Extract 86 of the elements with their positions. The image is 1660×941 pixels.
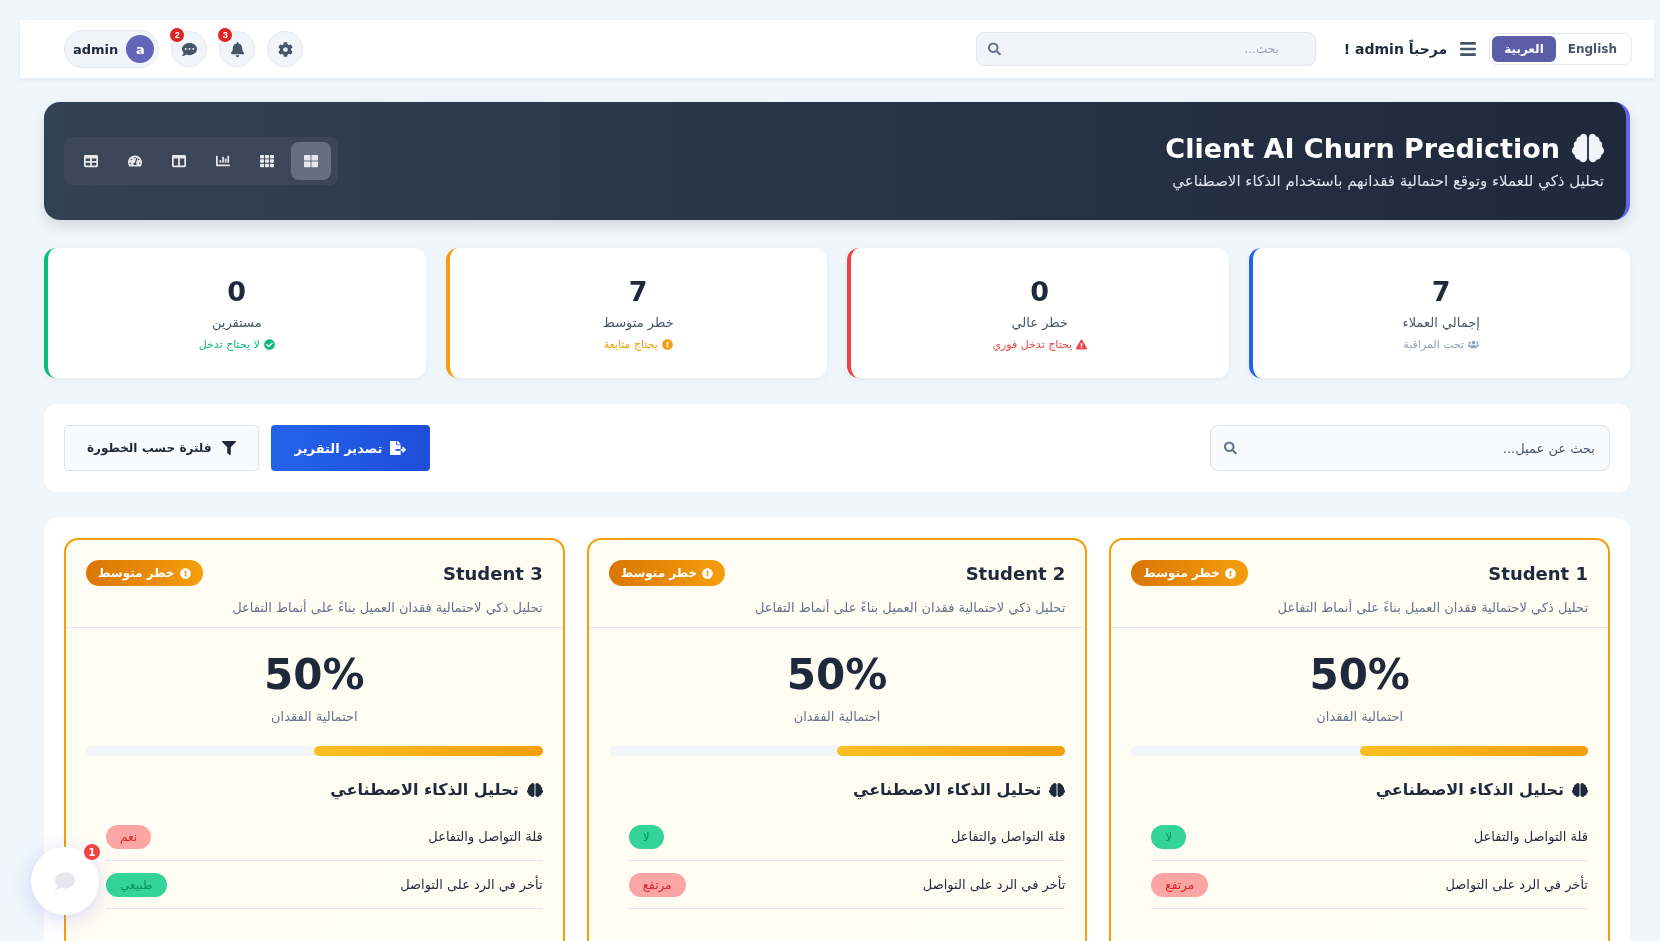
filter-icon	[221, 441, 236, 455]
risk-badge: خطر متوسط	[86, 560, 203, 586]
analysis-title: تحليل الذكاء الاصطناعي	[1375, 780, 1564, 799]
factor-label: قلة التواصل والتفاعل	[428, 829, 543, 844]
factor-value: لا	[628, 824, 664, 849]
client-name: Student 3	[443, 562, 543, 584]
users-icon	[1468, 338, 1480, 350]
table-icon	[84, 154, 98, 168]
warning-icon	[1076, 338, 1088, 350]
stat-label: خطر متوسط	[602, 314, 674, 330]
messages-button[interactable]: 2	[171, 31, 208, 67]
language-tab[interactable]: English	[1555, 36, 1629, 62]
info-icon	[702, 567, 714, 579]
grid-icon	[304, 154, 318, 168]
page-title: Client AI Churn Prediction	[1165, 132, 1560, 164]
welcome-text: مرحباً admin !	[1343, 41, 1448, 57]
page-subtitle: تحليل ذكي للعملاء وتوقع احتمالية فقدانهم باستخدام الذكاء الاصطناعي	[1171, 172, 1604, 190]
check-icon	[263, 338, 275, 350]
settings-button[interactable]	[267, 31, 304, 67]
brain-icon	[1572, 781, 1588, 798]
search-field[interactable]: بحث...	[975, 32, 1316, 66]
brain-icon	[1049, 781, 1066, 798]
probability-label: احتمالية الفقدان	[793, 709, 881, 724]
user-menu[interactable]: admin a	[64, 30, 160, 68]
client-description: تحليل ذكي لاحتمالية فقدان العميل بناءً على أنماط التفاعل	[231, 600, 543, 615]
factor-value: لا	[1151, 824, 1187, 849]
columns-icon	[172, 154, 186, 168]
count-badge: 2	[170, 28, 185, 42]
risk-badge: خطر متوسط	[608, 560, 726, 586]
analysis-title: تحليل الذكاء الاصطناعي	[330, 780, 519, 799]
menu-icon[interactable]	[1459, 40, 1478, 58]
search-icon	[987, 42, 1001, 56]
factor-value: طبيعي	[106, 872, 167, 897]
brain-icon	[1572, 132, 1604, 164]
client-description: تحليل ذكي لاحتمالية فقدان العميل بناءً على أنماط التفاعل	[753, 600, 1066, 615]
user-name: admin	[73, 41, 119, 57]
stat-value: 0	[227, 275, 247, 307]
stat-value: 7	[628, 275, 648, 307]
factor-label: تأخر في الرد على التواصل	[922, 877, 1066, 892]
stat-label: إجمالي العملاء	[1402, 314, 1480, 330]
stat-label: مستقرين	[211, 314, 262, 330]
file-export-icon	[390, 440, 407, 456]
chat-icon	[55, 871, 75, 891]
export-button[interactable]: تصدير التقرير	[270, 425, 431, 471]
client-name: Student 2	[965, 562, 1066, 584]
factor-value: مرتفع	[1151, 872, 1209, 897]
stat-label: خطر عالي	[1011, 314, 1068, 330]
stat-note: لا يحتاج تدخل	[198, 337, 260, 351]
settings-icon	[277, 41, 293, 57]
churn-probability: 50%	[1309, 650, 1410, 699]
view-button[interactable]	[291, 142, 331, 180]
bell-icon	[229, 41, 245, 57]
factor-label: قلة التواصل والتفاعل	[950, 829, 1066, 844]
info-icon	[661, 338, 673, 350]
factor-value: مرتفع	[628, 872, 686, 897]
probability-label: احتمالية الفقدان	[1316, 709, 1404, 724]
chat-icon	[181, 41, 197, 57]
factor-value: نعم	[106, 824, 152, 849]
cells-icon	[260, 154, 274, 168]
gauge-icon	[128, 154, 142, 168]
analysis-title: تحليل الذكاء الاصطناعي	[853, 780, 1042, 799]
probability-label: احتمالية الفقدان	[270, 709, 358, 724]
factor-label: تأخر في الرد على التواصل	[400, 877, 543, 892]
user-avatar: a	[126, 35, 155, 63]
info-icon	[179, 567, 191, 579]
search-icon	[1224, 441, 1237, 455]
count-badge: 3	[218, 28, 233, 42]
stat-value: 7	[1431, 275, 1451, 307]
factor-label: قلة التواصل والتفاعل	[1473, 829, 1588, 844]
notifications-button[interactable]: 3	[219, 31, 256, 67]
filter-button[interactable]: فلترة حسب الخطورة	[64, 425, 259, 471]
client-search-field[interactable]: بحث عن عميل...	[1210, 425, 1610, 471]
churn-probability: 50%	[264, 650, 365, 699]
brain-icon	[526, 781, 543, 798]
stat-note: يحتاج متابعة	[603, 337, 658, 351]
stat-value: 0	[1030, 275, 1050, 307]
churn-probability: 50%	[786, 650, 888, 699]
stat-note: يحتاج تدخل فوري	[992, 337, 1073, 351]
risk-badge: خطر متوسط	[1131, 560, 1248, 586]
chart-icon	[216, 154, 230, 168]
client-name: Student 1	[1488, 562, 1588, 584]
info-icon	[1224, 567, 1236, 579]
stat-note: تحت المراقبة	[1403, 337, 1465, 351]
language-tab[interactable]: العربية	[1492, 36, 1556, 62]
factor-label: تأخر في الرد على التواصل	[1445, 877, 1588, 892]
client-description: تحليل ذكي لاحتمالية فقدان العميل بناءً على أنماط التفاعل	[1276, 600, 1588, 615]
